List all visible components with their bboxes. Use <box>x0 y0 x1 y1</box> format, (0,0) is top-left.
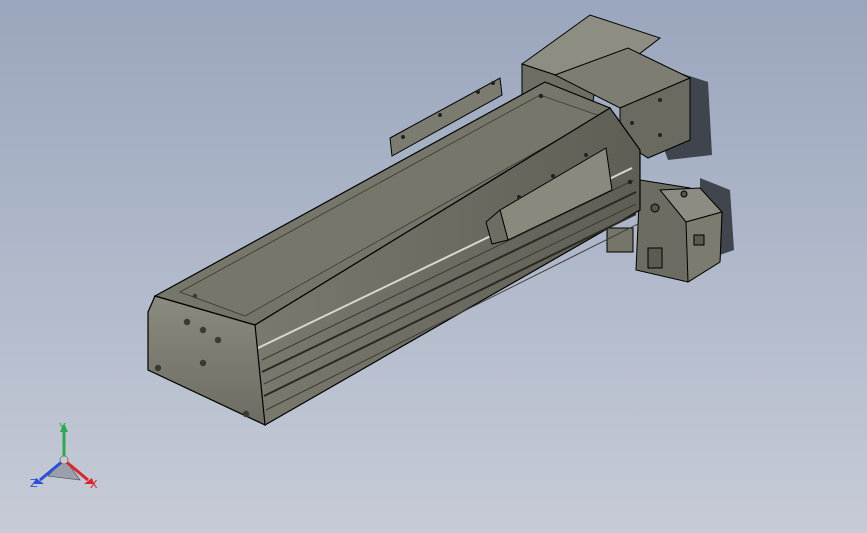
actuator-body <box>147 81 641 426</box>
coordinate-triad: Y X Z <box>22 418 108 498</box>
x-axis-label: X <box>90 478 98 491</box>
z-axis-label: Z <box>30 477 38 490</box>
y-axis-label: Y <box>58 421 66 434</box>
linear-actuator-model[interactable] <box>0 0 867 533</box>
cad-graphics-viewport[interactable]: Y X Z <box>0 0 867 533</box>
